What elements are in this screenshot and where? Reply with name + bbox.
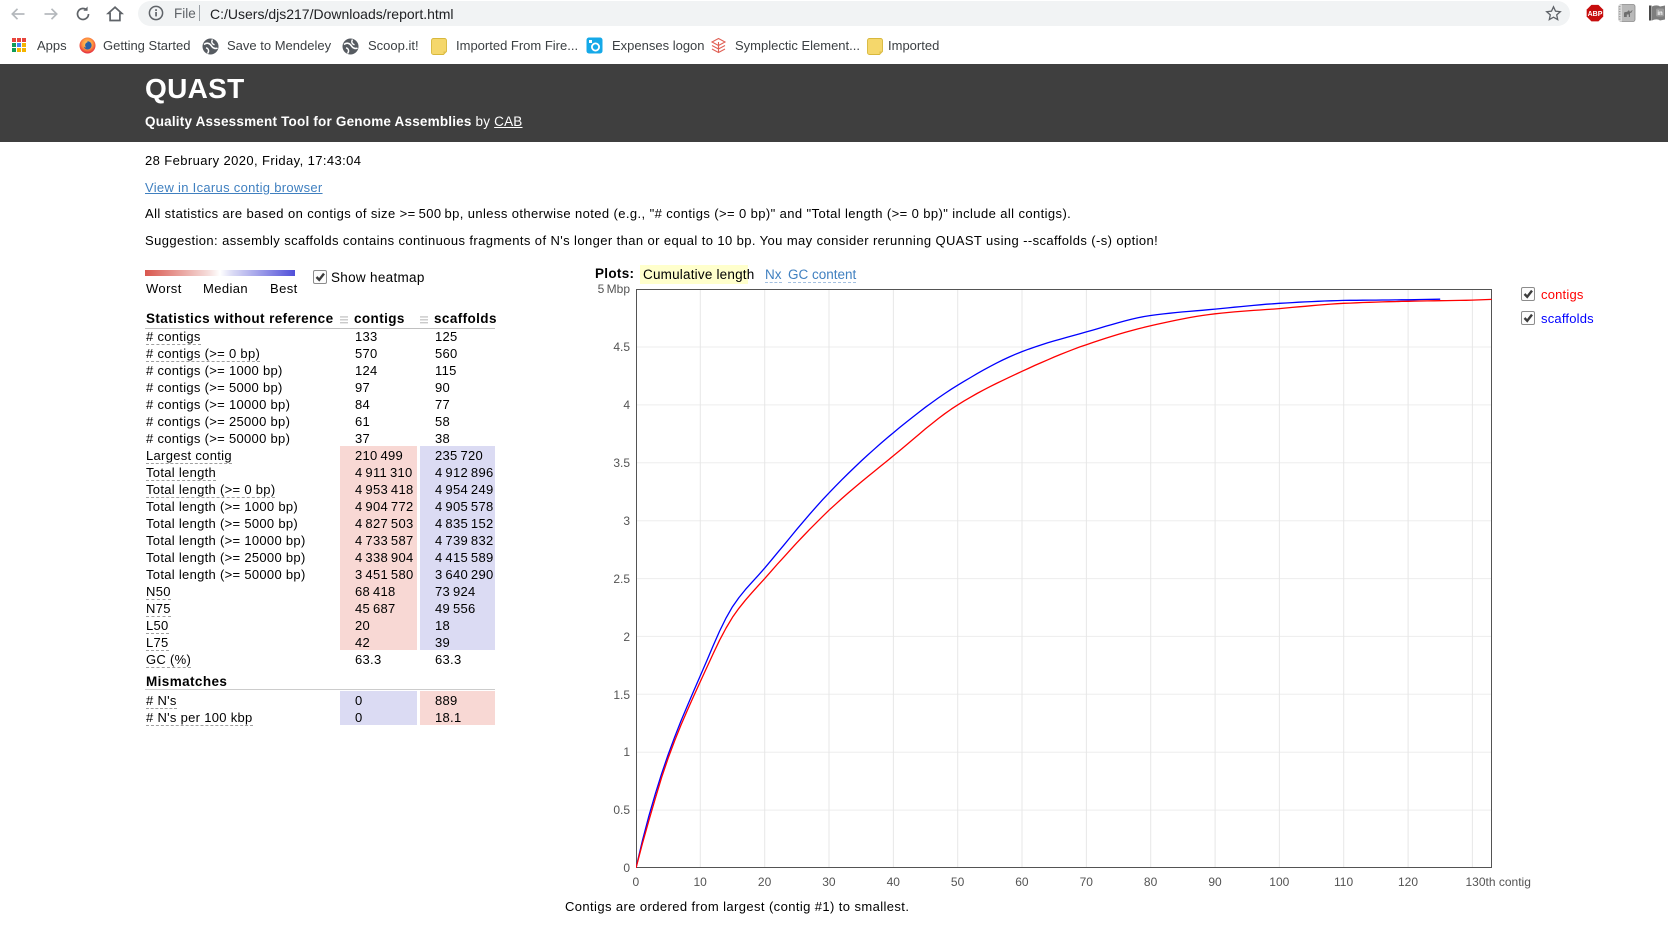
svg-text:ABP: ABP [1588,11,1603,18]
svg-text:in: in [1657,11,1663,17]
